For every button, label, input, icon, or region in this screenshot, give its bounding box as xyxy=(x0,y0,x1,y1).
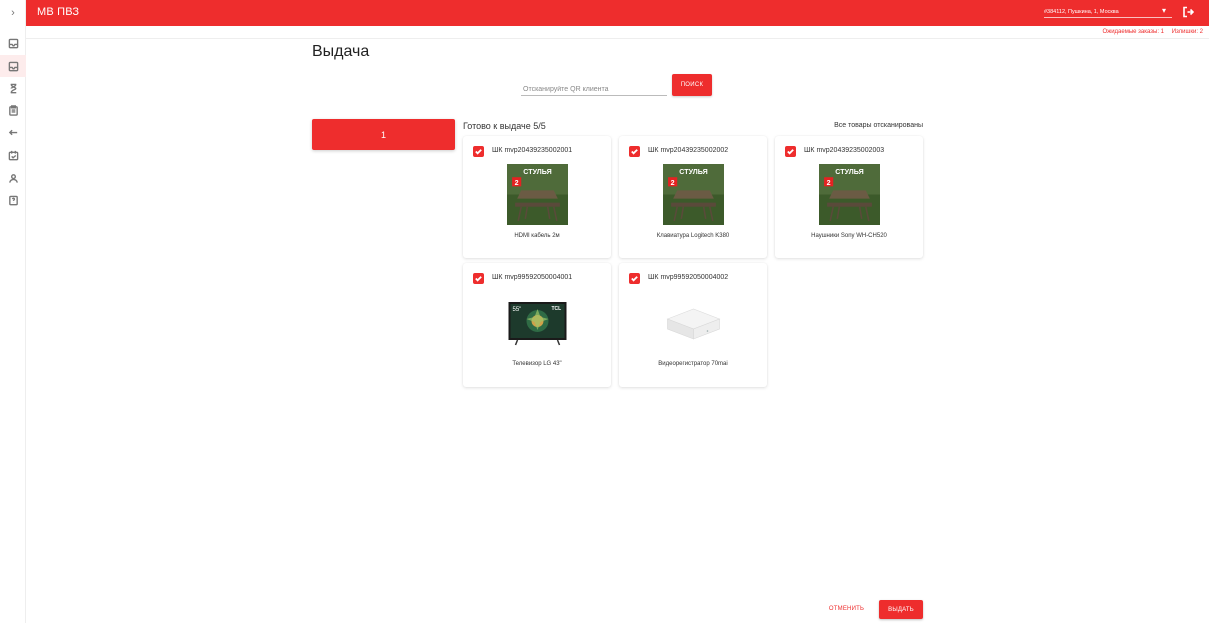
badge-number: 2 xyxy=(515,179,519,187)
tv-size: 55" xyxy=(513,307,522,313)
check-icon xyxy=(475,276,482,282)
item-sku: ШК mvp20439235002003 xyxy=(804,147,885,154)
item-sku: ШК mvp99592050004002 xyxy=(648,274,729,281)
logout-icon xyxy=(1183,6,1195,18)
item-sku: ШК mvp99592050004001 xyxy=(492,274,573,281)
help-doc-icon xyxy=(8,195,18,205)
badge-text: СТУЛЬЯ xyxy=(679,168,707,176)
check-icon xyxy=(787,149,794,155)
nav-issue[interactable] xyxy=(0,55,26,77)
cancel-button[interactable]: ОТМЕНИТЬ xyxy=(824,603,869,615)
item-checkbox[interactable] xyxy=(629,146,640,157)
app-title: МВ ПВЗ xyxy=(37,6,80,18)
issue-button[interactable]: ВЫДАТЬ xyxy=(879,600,923,619)
item-checkbox[interactable] xyxy=(785,146,796,157)
item-name: Видеорегистратор 70mai xyxy=(658,361,728,367)
scan-status: Все товары отсканированы xyxy=(834,122,923,129)
nav-receive[interactable] xyxy=(0,32,26,54)
chevron-right-icon[interactable]: › xyxy=(0,0,26,26)
nav-inventory[interactable] xyxy=(0,144,26,166)
users-icon xyxy=(8,173,18,183)
product-image: СТУЛЬЯ 2 xyxy=(663,164,724,225)
item-sku: ШК mvp20439235002002 xyxy=(648,147,729,154)
app-header: МВ ПВЗ #384112, Пушкина, 1, Москва ▾ xyxy=(26,0,1209,26)
badge-number: 2 xyxy=(827,179,831,187)
nav-staff[interactable] xyxy=(0,167,26,189)
nav-storage[interactable] xyxy=(0,77,26,99)
item-sku: ШК mvp20439235002001 xyxy=(492,147,573,154)
return-arrow-icon xyxy=(8,129,17,135)
search-button[interactable]: ПОИСК xyxy=(672,74,712,96)
ready-counter: Готово к выдаче 5/5 xyxy=(463,121,546,131)
item-name: Наушники Sony WH-CH520 xyxy=(811,233,887,239)
nav-returns[interactable] xyxy=(0,121,26,143)
expected-orders-link[interactable]: Ожидаемые заказы: 1 xyxy=(1103,29,1165,35)
tv-brand: TCL xyxy=(552,306,562,312)
inbox-icon xyxy=(8,38,18,48)
product-image: СТУЛЬЯ 2 xyxy=(819,164,880,225)
item-checkbox[interactable] xyxy=(473,273,484,284)
badge-number: 2 xyxy=(671,179,675,187)
order-tab[interactable]: 1 xyxy=(312,119,455,150)
item-card: ШК mvp20439235002003 СТУЛЬЯ 2 Наушники S… xyxy=(775,136,923,258)
product-image xyxy=(666,308,721,340)
product-image: 55" TCL xyxy=(508,302,567,346)
item-name: HDMI кабель 2м xyxy=(514,233,560,239)
status-bar: Ожидаемые заказы: 1 Излишки: 2 xyxy=(26,26,1209,39)
item-checkbox[interactable] xyxy=(629,273,640,284)
qr-search-input[interactable] xyxy=(521,78,667,95)
item-card: ШК mvp20439235002002 СТУЛЬЯ 2 Клавиатура… xyxy=(619,136,767,258)
check-icon xyxy=(631,276,638,282)
item-name: Телевизор LG 43" xyxy=(512,361,562,367)
item-name: Клавиатура Logitech K380 xyxy=(656,233,730,239)
surplus-link[interactable]: Излишки: 2 xyxy=(1172,29,1203,35)
search-field[interactable] xyxy=(521,78,667,96)
badge-text: СТУЛЬЯ xyxy=(523,168,551,176)
location-underline xyxy=(1044,17,1172,18)
nav-tasks[interactable] xyxy=(0,99,26,121)
logout-button[interactable] xyxy=(1182,5,1196,19)
clipboard-icon xyxy=(8,104,18,116)
item-card: ШК mvp20439235002001 СТУЛЬЯ 2 HDMI кабел… xyxy=(463,136,611,258)
page-title: Выдача xyxy=(312,43,370,60)
location-select[interactable]: #384112, Пушкина, 1, Москва xyxy=(1044,9,1119,15)
caret-down-icon[interactable]: ▾ xyxy=(1162,6,1166,15)
check-icon xyxy=(631,149,638,155)
badge-text: СТУЛЬЯ xyxy=(835,168,863,176)
item-card: ШК mvp99592050004001 55" TCL Телевизор L… xyxy=(463,263,611,387)
inbox-out-icon xyxy=(8,61,18,71)
side-rail: › xyxy=(0,0,26,623)
hourglass-icon xyxy=(10,83,16,93)
calendar-check-icon xyxy=(8,150,18,160)
nav-help[interactable] xyxy=(0,189,26,211)
item-checkbox[interactable] xyxy=(473,146,484,157)
product-image: СТУЛЬЯ 2 xyxy=(507,164,568,225)
item-card: ШК mvp99592050004002 Видеорегистратор 70… xyxy=(619,263,767,387)
check-icon xyxy=(475,149,482,155)
stats: Ожидаемые заказы: 1 Излишки: 2 xyxy=(1103,29,1203,35)
